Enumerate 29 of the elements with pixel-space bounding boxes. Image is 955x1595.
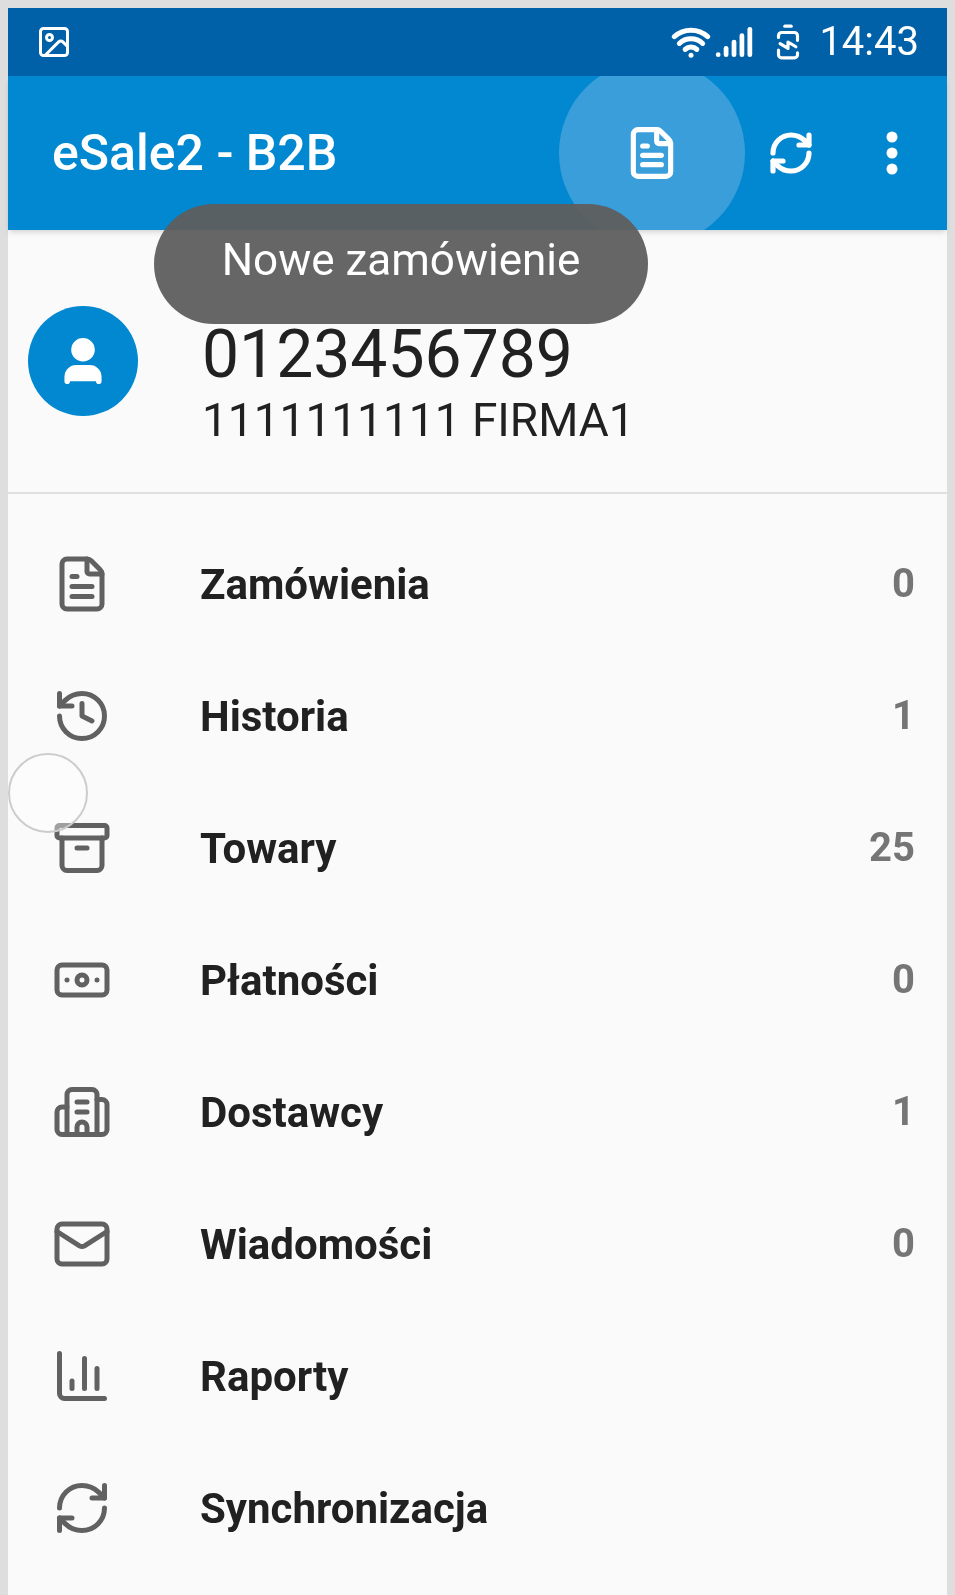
toast-message: Nowe zamówienie <box>154 204 648 324</box>
menu-item[interactable]: Płatności 0 <box>8 914 947 1046</box>
menu-item[interactable]: Historia 1 <box>8 650 947 782</box>
menu-item[interactable]: Zamówienia 0 <box>8 518 947 650</box>
sync-icon <box>767 129 815 177</box>
menu-label: Raporty <box>200 1350 350 1403</box>
menu-item[interactable]: Raporty <box>8 1310 947 1442</box>
menu-count: 1 <box>892 691 915 741</box>
menu-label: Płatności <box>200 954 380 1007</box>
menu-item[interactable]: Towary 25 <box>8 782 947 914</box>
app-title: eSale2 - B2B <box>52 122 339 184</box>
menu-item[interactable]: Wiadomości 0 <box>8 1178 947 1310</box>
menu-count: 1 <box>892 1087 915 1137</box>
account-company: 1111111111 FIRMA1 <box>202 392 635 449</box>
menu-label: Synchronizacja <box>200 1482 490 1535</box>
menu-count: 25 <box>869 823 915 873</box>
menu-label: Towary <box>200 822 338 875</box>
menu-item[interactable]: Dostawcy 1 <box>8 1046 947 1178</box>
image-icon <box>36 24 72 60</box>
menu-count: 0 <box>892 955 915 1005</box>
clock-time: 14:43 <box>819 17 919 67</box>
menu-label: Zamówienia <box>200 558 431 611</box>
menu-label: Dostawcy <box>200 1086 385 1139</box>
menu-label: Wiadomości <box>200 1218 434 1271</box>
more-icon <box>886 131 898 175</box>
menu-count: 0 <box>892 559 915 609</box>
menu-label: Historia <box>200 690 350 743</box>
menu-item[interactable]: Synchronizacja <box>8 1442 947 1574</box>
menu-count: 0 <box>892 1219 915 1269</box>
